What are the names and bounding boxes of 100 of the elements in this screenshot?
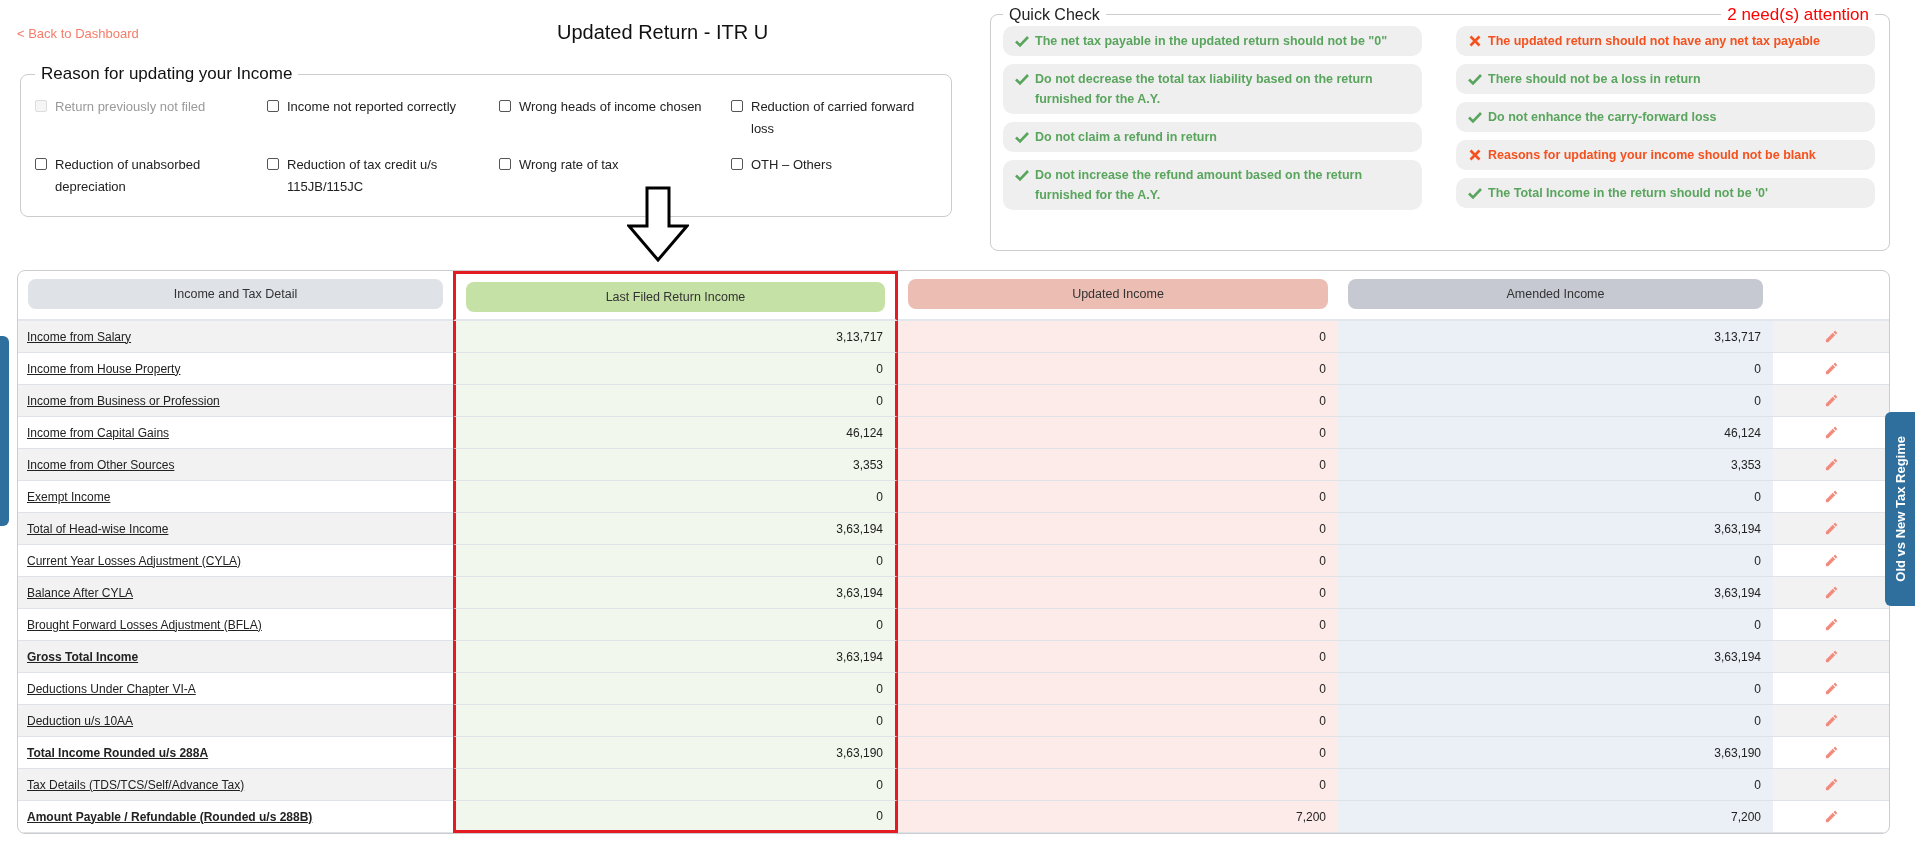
row-label-link[interactable]: Total of Head-wise Income [27, 521, 169, 536]
row-label-link[interactable]: Total Income Rounded u/s 288A [27, 745, 209, 760]
check-icon [1468, 72, 1482, 86]
row-label-link[interactable]: Income from House Property [27, 361, 181, 376]
edit-icon[interactable] [1823, 649, 1839, 664]
table-cell: 3,63,194 [453, 577, 898, 609]
column-header: Income and Tax Detail [28, 279, 443, 309]
table-cell: 0 [1338, 353, 1773, 385]
cross-icon [1468, 148, 1482, 162]
edit-icon[interactable] [1823, 457, 1839, 472]
edit-icon[interactable] [1823, 777, 1839, 792]
edit-icon[interactable] [1823, 489, 1839, 504]
table-cell: 3,63,194 [453, 641, 898, 673]
table-cell: 0 [898, 449, 1338, 481]
edit-icon[interactable] [1823, 521, 1839, 536]
row-label-link[interactable]: Exempt Income [27, 489, 111, 504]
checkbox-label: Wrong heads of income chosen [519, 98, 702, 116]
row-label-link[interactable]: Income from Salary [27, 329, 132, 344]
row-label-link[interactable]: Balance After CYLA [27, 585, 134, 600]
table-cell: 0 [453, 545, 898, 577]
table-cell: 0 [898, 737, 1338, 769]
row-label-link[interactable]: Income from Capital Gains [27, 425, 170, 440]
edit-icon[interactable] [1823, 553, 1839, 568]
row-label-link[interactable]: Brought Forward Losses Adjustment (BFLA) [27, 617, 262, 632]
row-label-link[interactable]: Income from Other Sources [27, 457, 175, 472]
checkbox-label: Income not reported correctly [287, 98, 457, 116]
table-cell: 3,63,194 [1338, 577, 1773, 609]
edit-icon[interactable] [1823, 809, 1839, 824]
check-item: The Total Income in the return should not be '0' [1456, 178, 1875, 208]
edit-icon[interactable] [1823, 329, 1839, 344]
check-icon [1468, 186, 1482, 200]
row-label-link[interactable]: Deduction u/s 10AA [27, 713, 134, 728]
table-cell: 0 [1338, 705, 1773, 737]
table-cell: 46,124 [453, 417, 898, 449]
edit-icon[interactable] [1823, 745, 1839, 760]
table-cell: 3,13,717 [453, 321, 898, 353]
table-cell: 46,124 [1338, 417, 1773, 449]
checkbox[interactable] [267, 158, 279, 170]
cross-icon [1468, 34, 1482, 48]
check-icon [1015, 130, 1029, 144]
edit-icon[interactable] [1823, 713, 1839, 728]
edit-icon[interactable] [1823, 681, 1839, 696]
row-label-link[interactable]: Deductions Under Chapter VI-A [27, 681, 196, 696]
edit-icon[interactable] [1823, 425, 1839, 440]
edit-icon[interactable] [1823, 393, 1839, 408]
checkbox[interactable] [499, 100, 511, 112]
table-cell: 0 [898, 609, 1338, 641]
table-cell: 0 [453, 769, 898, 801]
table-cell: 0 [1338, 609, 1773, 641]
check-icon [1015, 34, 1029, 48]
table-cell: 3,63,194 [453, 513, 898, 545]
table-cell: 0 [453, 385, 898, 417]
table-cell: 0 [453, 673, 898, 705]
edit-icon[interactable] [1823, 617, 1839, 632]
panel-title: Reason for updating your Income [40, 64, 294, 84]
checkbox-label: Reduction of unabsorbed depreciation [55, 156, 202, 196]
table-cell: 3,13,717 [1338, 321, 1773, 353]
table-cell: 3,353 [453, 449, 898, 481]
edit-icon[interactable] [1823, 585, 1839, 600]
checkbox[interactable] [731, 158, 743, 170]
panel-title: Quick Check [1003, 6, 1106, 24]
table-cell: 0 [898, 641, 1338, 673]
row-label-link[interactable]: Current Year Losses Adjustment (CYLA) [27, 553, 242, 568]
column-header: Amended Income [1348, 279, 1763, 309]
table-cell: 0 [453, 705, 898, 737]
table-cell: 0 [898, 481, 1338, 513]
checkbox[interactable] [35, 158, 47, 170]
check-icon [1015, 72, 1029, 86]
table-cell: 7,200 [898, 801, 1338, 833]
table-cell: 3,63,190 [453, 737, 898, 769]
check-item: Do not decrease the total tax liability based on the return furnished for the A.Y. [1003, 64, 1422, 114]
table-cell: 0 [898, 513, 1338, 545]
table-cell: 0 [453, 481, 898, 513]
page-title: Updated Return - ITR U [557, 20, 769, 44]
check-item: The net tax payable in the updated return should not be "0" [1003, 26, 1422, 56]
table-cell: 0 [453, 353, 898, 385]
table-cell: 0 [898, 577, 1338, 609]
down-arrow-icon [627, 186, 689, 262]
checkbox[interactable] [499, 158, 511, 170]
side-tab[interactable]: Old vs New Tax Regime [1885, 412, 1915, 606]
table-cell: 0 [898, 545, 1338, 577]
table-cell: 0 [1338, 545, 1773, 577]
table-cell: 3,63,194 [1338, 513, 1773, 545]
checkbox[interactable] [731, 100, 743, 112]
check-item: Do not enhance the carry-forward loss [1456, 102, 1875, 132]
table-cell: 0 [898, 673, 1338, 705]
edit-icon[interactable] [1823, 361, 1839, 376]
table-cell: 3,63,190 [1338, 737, 1773, 769]
checkbox-label: Reduction of carried forward loss [751, 98, 916, 138]
row-label-link[interactable]: Gross Total Income [27, 649, 139, 664]
table-cell: 0 [453, 801, 898, 833]
table-cell: 3,353 [1338, 449, 1773, 481]
table-cell: 0 [1338, 673, 1773, 705]
checkbox-label: Return previously not filed [55, 98, 206, 116]
row-label-link[interactable]: Amount Payable / Refundable (Rounded u/s 288B) [27, 809, 313, 824]
checkbox[interactable] [267, 100, 279, 112]
checkbox-label: Reduction of tax credit u/s 115JB/115JC [287, 156, 439, 196]
check-item: The updated return should not have any net tax payable [1456, 26, 1875, 56]
table-cell: 0 [1338, 481, 1773, 513]
column-header: Last Filed Return Income [466, 282, 885, 312]
